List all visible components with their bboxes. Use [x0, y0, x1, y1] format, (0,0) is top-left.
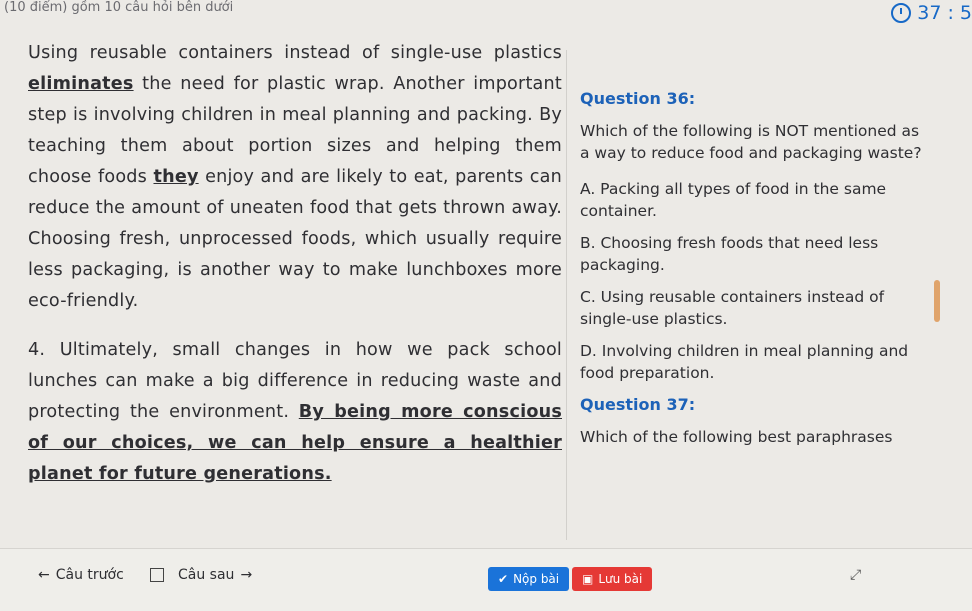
option-d[interactable]: D. Involving children in meal planning a…	[580, 340, 928, 384]
arrow-right-icon: →	[240, 567, 253, 583]
passage-paragraph-4: 4. Ultimately, small changes in how we p…	[28, 340, 562, 484]
prev-question-button[interactable]: ← Câu trước	[38, 567, 124, 583]
pane-divider	[566, 50, 567, 540]
timer-value: 37 : 5	[917, 2, 972, 24]
save-icon: ▣	[582, 572, 594, 586]
reading-passage: Using reusable containers instead of sin…	[28, 38, 562, 528]
option-a[interactable]: A. Packing all types of food in the same…	[580, 178, 928, 222]
expand-icon[interactable]: ⤢	[850, 567, 861, 583]
question-37-title: Question 37:	[580, 395, 696, 414]
submit-button[interactable]: ✔ Nộp bài	[488, 567, 570, 591]
question-36-text: Which of the following is NOT mentioned …	[580, 122, 922, 162]
option-c[interactable]: C. Using reusable containers instead of …	[580, 286, 928, 330]
scrollbar-thumb[interactable]	[934, 280, 940, 322]
question-37-text: Which of the following best paraphrases	[580, 428, 893, 446]
question-pane: Question 36: Which of the following is N…	[580, 88, 928, 548]
arrow-left-icon: ←	[38, 567, 50, 583]
passage-paragraph-1: Using reusable containers instead of sin…	[28, 43, 562, 311]
underlined-word-eliminates: eliminates	[28, 74, 134, 94]
bottom-bar: ← Câu trước Câu sau → ✔ Nộp bài ▣ Lưu bà…	[0, 548, 972, 611]
check-circle-icon: ✔	[498, 572, 509, 586]
option-b[interactable]: B. Choosing fresh foods that need less p…	[580, 232, 928, 276]
underlined-word-they: they	[153, 167, 199, 187]
timer: 37 : 5	[891, 2, 972, 24]
flag-checkbox[interactable]	[150, 568, 164, 582]
next-question-button[interactable]: Câu sau →	[178, 567, 252, 583]
exam-hint: (10 điểm) gồm 10 câu hỏi bên dưới	[4, 0, 234, 15]
clock-icon	[891, 3, 912, 23]
top-bar: (10 điểm) gồm 10 câu hỏi bên dưới 37 : 5	[0, 0, 972, 26]
question-36-title: Question 36:	[580, 89, 696, 108]
save-button[interactable]: ▣ Lưu bài	[572, 567, 653, 591]
